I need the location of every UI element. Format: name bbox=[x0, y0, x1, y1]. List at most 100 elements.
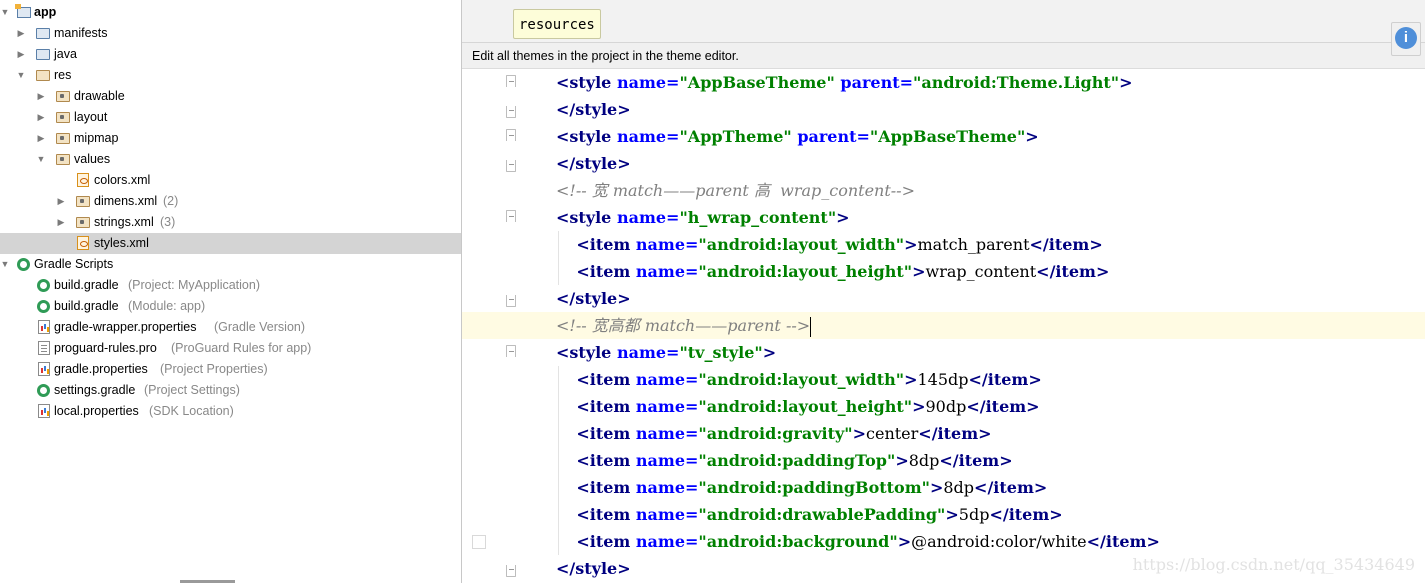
code-line[interactable]: <item name="android:layout_height">wrap_… bbox=[462, 258, 1425, 285]
code-line[interactable]: <style name="AppBaseTheme" parent="andro… bbox=[462, 69, 1425, 96]
code-token: > bbox=[1119, 73, 1133, 92]
code-token: name= bbox=[635, 397, 699, 416]
code-line[interactable]: <item name="android:background">@android… bbox=[462, 528, 1425, 555]
code-line[interactable]: <item name="android:paddingTop">8dp</ite… bbox=[462, 447, 1425, 474]
chevron-right-icon[interactable]: ▶ bbox=[36, 107, 46, 128]
res-folder-icon bbox=[36, 70, 50, 81]
tab-resources[interactable]: resources bbox=[513, 9, 601, 39]
code-token: "android:layout_height" bbox=[698, 397, 913, 416]
code-text: <item name="android:layout_height">90dp<… bbox=[556, 393, 1039, 420]
tree-item-strings-xml[interactable]: ▶ strings.xml (3) bbox=[0, 212, 461, 233]
tree-item-gradle-properties[interactable]: gradle.properties (Project Properties) bbox=[0, 359, 461, 380]
tree-item-local-properties[interactable]: local.properties (SDK Location) bbox=[0, 401, 461, 422]
code-line[interactable]: <item name="android:gravity">center</ite… bbox=[462, 420, 1425, 447]
chevron-right-icon[interactable]: ▶ bbox=[56, 212, 66, 233]
code-token: "android:Theme.Light" bbox=[913, 73, 1120, 92]
code-line[interactable]: <!-- 宽 match——parent 高 wrap_content--> bbox=[462, 177, 1425, 204]
code-line[interactable]: </style> bbox=[462, 150, 1425, 177]
code-line[interactable]: <style name="AppTheme" parent="AppBaseTh… bbox=[462, 123, 1425, 150]
tree-item-mipmap[interactable]: ▶ mipmap bbox=[0, 128, 461, 149]
code-token: name= bbox=[616, 208, 680, 227]
tree-item-label: strings.xml bbox=[94, 215, 154, 229]
tree-item-java[interactable]: ▶ java bbox=[0, 44, 461, 65]
code-line[interactable]: <item name="android:drawablePadding">5dp… bbox=[462, 501, 1425, 528]
fold-collapse-icon[interactable] bbox=[506, 129, 516, 141]
fold-end-icon[interactable] bbox=[506, 106, 516, 118]
code-line[interactable]: <item name="android:layout_width">145dp<… bbox=[462, 366, 1425, 393]
text-caret bbox=[810, 316, 812, 337]
code-token: </item> bbox=[1036, 262, 1110, 281]
tree-item-colors-xml[interactable]: colors.xml bbox=[0, 170, 461, 191]
notification-button[interactable]: i bbox=[1391, 22, 1421, 56]
code-area[interactable]: <style name="AppBaseTheme" parent="andro… bbox=[462, 69, 1425, 583]
code-line[interactable]: </style> bbox=[462, 285, 1425, 312]
code-token: "android:drawablePadding" bbox=[698, 505, 946, 524]
gradle-icon bbox=[37, 384, 50, 397]
code-token: parent= bbox=[791, 127, 870, 146]
code-token: </item> bbox=[939, 451, 1013, 470]
tree-item-label: settings.gradle bbox=[54, 383, 136, 397]
tree-item-build-gradle-project[interactable]: build.gradle (Project: MyApplication) bbox=[0, 275, 461, 296]
code-line[interactable]: </style> bbox=[462, 96, 1425, 123]
code-line[interactable]: <style name="h_wrap_content"> bbox=[462, 204, 1425, 231]
chevron-right-icon[interactable]: ▶ bbox=[16, 44, 26, 65]
code-token: 8dp bbox=[908, 451, 940, 470]
code-token: <style bbox=[556, 127, 617, 146]
gutter-marker[interactable] bbox=[472, 535, 486, 549]
tree-item-drawable[interactable]: ▶ drawable bbox=[0, 86, 461, 107]
code-token: > bbox=[929, 478, 944, 497]
tree-item-values[interactable]: ▼ values bbox=[0, 149, 461, 170]
tree-item-res[interactable]: ▼ res bbox=[0, 65, 461, 86]
code-line[interactable]: <item name="android:paddingBottom">8dp</… bbox=[462, 474, 1425, 501]
code-line[interactable]: <item name="android:layout_height">90dp<… bbox=[462, 393, 1425, 420]
code-token: > bbox=[912, 397, 926, 416]
tree-item-app[interactable]: ▼ app bbox=[0, 2, 461, 23]
tree-item-dimens-xml[interactable]: ▶ dimens.xml (2) bbox=[0, 191, 461, 212]
code-line[interactable]: <style name="tv_style"> bbox=[462, 339, 1425, 366]
fold-collapse-icon[interactable] bbox=[506, 75, 516, 87]
fold-end-icon[interactable] bbox=[506, 295, 516, 307]
tree-item-proguard-rules[interactable]: proguard-rules.pro (ProGuard Rules for a… bbox=[0, 338, 461, 359]
chevron-down-icon[interactable]: ▼ bbox=[0, 254, 10, 275]
chevron-down-icon[interactable]: ▼ bbox=[16, 65, 26, 86]
code-token: "android:layout_width" bbox=[698, 370, 905, 389]
chevron-right-icon[interactable]: ▶ bbox=[56, 191, 66, 212]
chevron-down-icon[interactable]: ▼ bbox=[0, 2, 10, 23]
code-token: <item bbox=[576, 235, 636, 254]
code-line[interactable]: <item name="android:layout_width">match_… bbox=[462, 231, 1425, 258]
tree-item-label: styles.xml bbox=[94, 236, 149, 250]
text-file-icon bbox=[38, 341, 50, 355]
tree-item-build-gradle-module[interactable]: build.gradle (Module: app) bbox=[0, 296, 461, 317]
chevron-right-icon[interactable]: ▶ bbox=[16, 23, 26, 44]
code-token: name= bbox=[635, 505, 699, 524]
code-token: "tv_style" bbox=[679, 343, 763, 362]
tree-item-gradle-scripts[interactable]: ▼ Gradle Scripts bbox=[0, 254, 461, 275]
fold-end-icon[interactable] bbox=[506, 160, 516, 172]
code-token: 8dp bbox=[943, 478, 975, 497]
fold-end-icon[interactable] bbox=[506, 565, 516, 577]
fold-collapse-icon[interactable] bbox=[506, 345, 516, 357]
tree-item-manifests[interactable]: ▶ manifests bbox=[0, 23, 461, 44]
code-token: name= bbox=[635, 451, 699, 470]
code-text: <item name="android:background">@android… bbox=[556, 528, 1160, 555]
tree-item-styles-xml[interactable]: styles.xml bbox=[0, 233, 461, 254]
chevron-down-icon[interactable]: ▼ bbox=[36, 149, 46, 170]
tree-item-settings-gradle[interactable]: settings.gradle (Project Settings) bbox=[0, 380, 461, 401]
tree-item-gradle-wrapper-properties[interactable]: gradle-wrapper.properties (Gradle Versio… bbox=[0, 317, 461, 338]
package-folder-icon bbox=[56, 133, 70, 144]
code-token: > bbox=[904, 235, 918, 254]
tree-item-layout[interactable]: ▶ layout bbox=[0, 107, 461, 128]
chevron-right-icon[interactable]: ▶ bbox=[36, 128, 46, 149]
code-line[interactable]: <!-- 宽高都 match——parent --> bbox=[462, 312, 1425, 339]
chevron-right-icon[interactable]: ▶ bbox=[36, 86, 46, 107]
code-token: name= bbox=[616, 343, 680, 362]
code-token: "AppTheme" bbox=[679, 127, 792, 146]
code-text: <style name="AppBaseTheme" parent="andro… bbox=[556, 69, 1132, 96]
fold-collapse-icon[interactable] bbox=[506, 210, 516, 222]
tree-item-label: drawable bbox=[74, 89, 125, 103]
code-token: "android:layout_width" bbox=[698, 235, 905, 254]
tree-item-hint: (Project Properties) bbox=[160, 362, 268, 376]
code-token: name= bbox=[635, 424, 699, 443]
